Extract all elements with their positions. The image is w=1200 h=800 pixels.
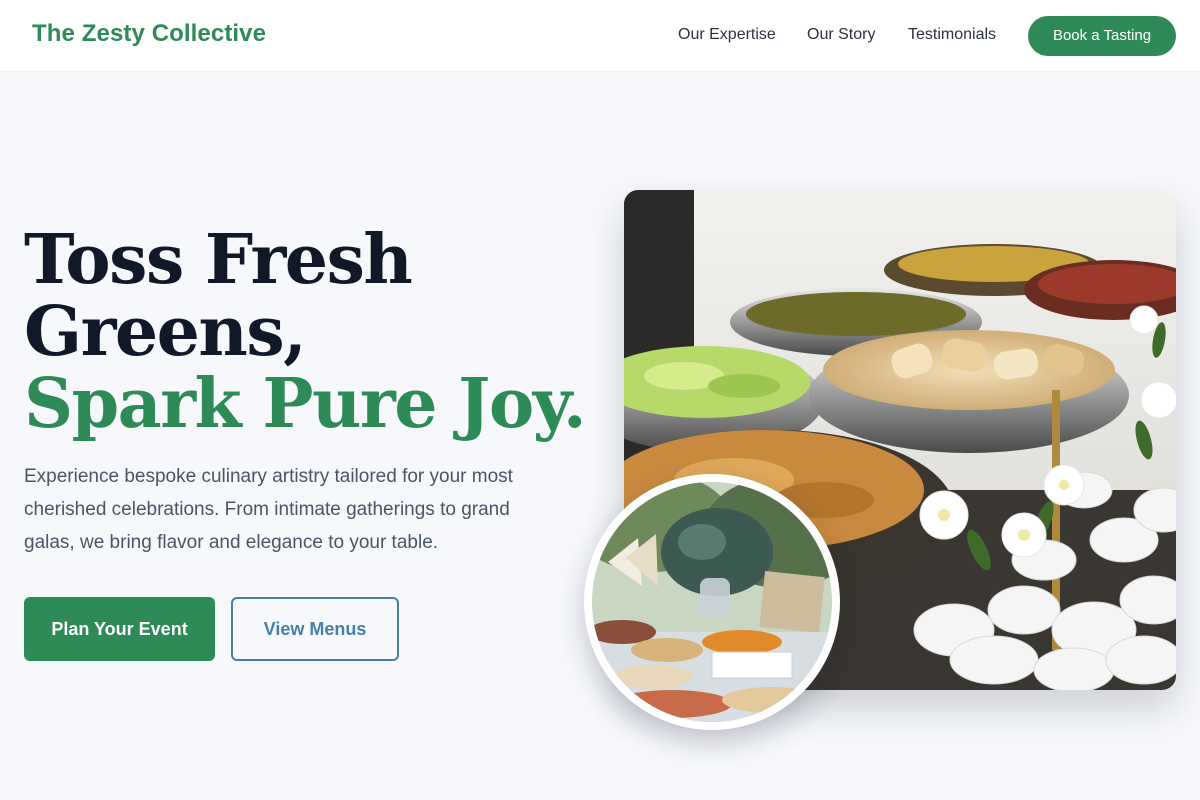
- headline-line-2: Greens,: [24, 292, 307, 372]
- nav-link-our-story[interactable]: Our Story: [807, 26, 875, 44]
- book-tasting-button[interactable]: Book a Tasting: [1028, 16, 1176, 56]
- headline-line-1: Toss Fresh: [24, 220, 413, 300]
- view-menus-button[interactable]: View Menus: [231, 597, 399, 661]
- grazing-table-photo: [584, 474, 840, 730]
- site-header: The Zesty Collective Our Expertise Our S…: [0, 0, 1200, 72]
- hero-description: Experience bespoke culinary artistry tai…: [24, 466, 513, 553]
- hero-headline: Toss Fresh Greens, Spark Pure Joy.: [24, 220, 587, 444]
- headline-accent: Spark Pure Joy.: [24, 364, 587, 444]
- brand-logo[interactable]: The Zesty Collective: [32, 20, 266, 48]
- plan-event-button[interactable]: Plan Your Event: [24, 597, 215, 661]
- nav-link-testimonials[interactable]: Testimonials: [908, 26, 996, 44]
- nav-link-our-expertise[interactable]: Our Expertise: [678, 26, 776, 44]
